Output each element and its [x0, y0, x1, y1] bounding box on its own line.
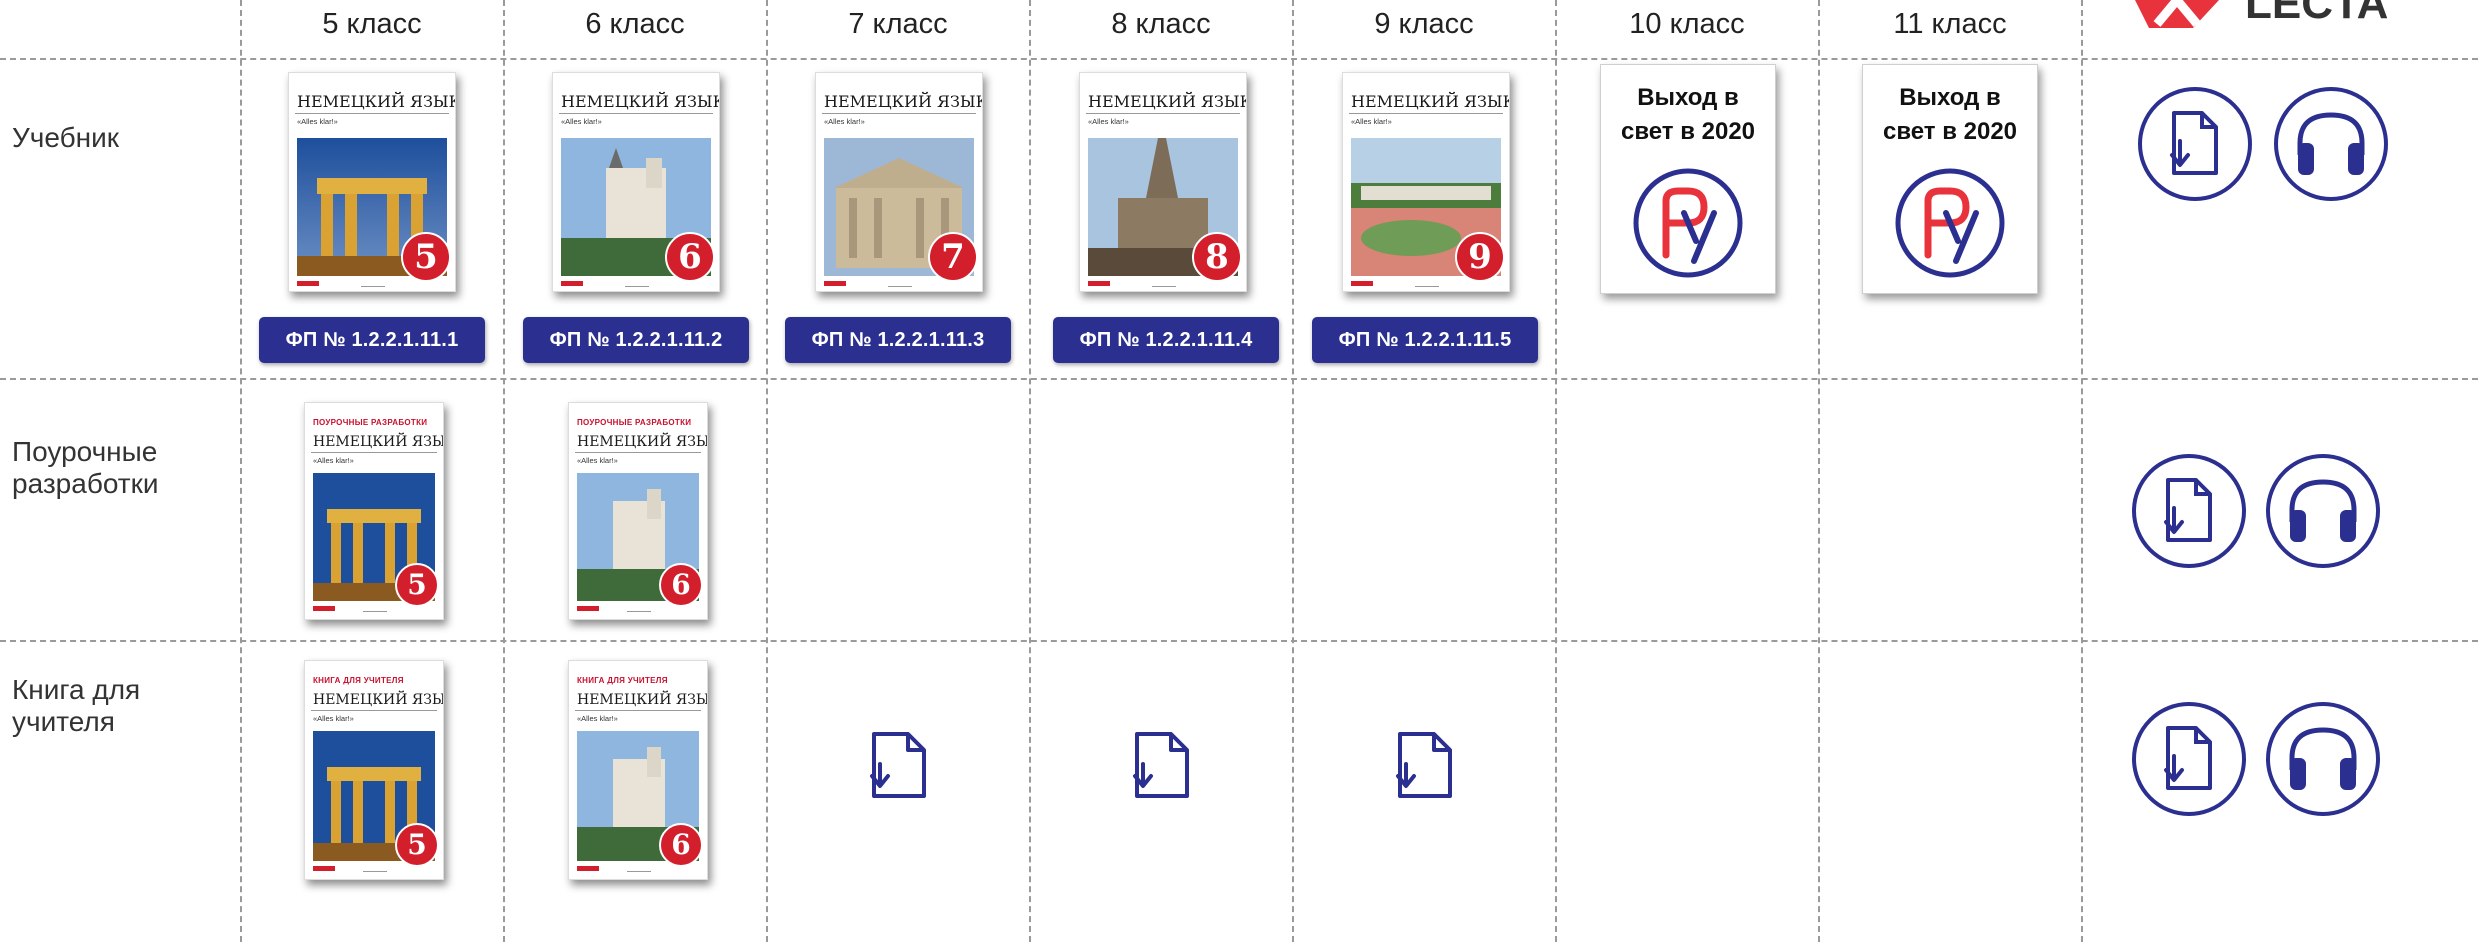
book-series: «Alles klar!»: [577, 456, 618, 465]
grade-header-10: 10 класс: [1629, 8, 1745, 40]
book-title: НЕМЕЦКИЙ ЯЗЫК: [559, 88, 719, 114]
grid-vline: [766, 0, 768, 942]
cover-photo: 7: [824, 138, 978, 282]
grid-hline: [0, 58, 2478, 60]
book-title: НЕМЕЦКИЙ ЯЗЫК: [311, 688, 443, 711]
book-kind: ПОУРОЧНЫЕ РАЗРАБОТКИ: [577, 418, 692, 427]
cover-photo: 6: [561, 138, 715, 282]
book-series: «Alles klar!»: [297, 117, 338, 126]
fp-code-9: ФП № 1.2.2.1.11.5: [1312, 317, 1538, 363]
book-title: НЕМЕЦКИЙ ЯЗЫК: [822, 88, 982, 114]
cover-photo: 8: [1088, 138, 1242, 282]
grade-header-5: 5 класс: [322, 8, 422, 40]
grid-vline: [1029, 0, 1031, 942]
book-title: НЕМЕЦКИЙ ЯЗЫК: [295, 88, 455, 114]
grade-header-9: 9 класс: [1374, 8, 1474, 40]
headphones-icon[interactable]: [2264, 452, 2382, 570]
fp-code-5: ФП № 1.2.2.1.11.1: [259, 317, 485, 363]
grade-badge: 8: [1192, 232, 1242, 282]
cover-photo: 5: [313, 731, 439, 867]
grade-header-8: 8 класс: [1111, 8, 1211, 40]
headphones-icon[interactable]: [2264, 700, 2382, 818]
grade-header-7: 7 класс: [848, 8, 948, 40]
grade-header-11: 11 класс: [1893, 8, 2007, 40]
grid-hline: [0, 640, 2478, 642]
book-series: «Alles klar!»: [577, 714, 618, 723]
grid-vline: [240, 0, 242, 942]
coming-soon-card-10: Выход в свет в 2020: [1600, 64, 1776, 294]
grid-vline: [1555, 0, 1557, 942]
grid-vline: [1292, 0, 1294, 942]
book-kind: КНИГА ДЛЯ УЧИТЕЛЯ: [313, 676, 404, 685]
download-doc-icon[interactable]: [1392, 730, 1458, 802]
book-title: НЕМЕЦКИЙ ЯЗЫК: [311, 430, 443, 453]
textbook-cover-7[interactable]: НЕМЕЦКИЙ ЯЗЫК «Alles klar!» 7: [815, 72, 983, 292]
cover-photo: 5: [297, 138, 451, 282]
headphones-icon[interactable]: [2272, 85, 2390, 203]
grid-vline: [503, 0, 505, 942]
brand-name: LECTA: [2245, 0, 2388, 28]
grid-vline: [2081, 0, 2083, 942]
teacher-book-cover-6[interactable]: КНИГА ДЛЯ УЧИТЕЛЯ НЕМЕЦКИЙ ЯЗЫК «Alles k…: [568, 660, 708, 880]
cover-photo: 6: [577, 473, 703, 607]
ru-seal-icon: [1895, 168, 2005, 278]
lecta-logo: LECTA: [2135, 0, 2435, 35]
cover-photo: 6: [577, 731, 703, 867]
book-title: НЕМЕЦКИЙ ЯЗЫК: [575, 688, 707, 711]
lessons-cover-5[interactable]: ПОУРОЧНЫЕ РАЗРАБОТКИ НЕМЕЦКИЙ ЯЗЫК «Alle…: [304, 402, 444, 620]
coming-soon-card-11: Выход в свет в 2020: [1862, 64, 2038, 294]
book-kind: КНИГА ДЛЯ УЧИТЕЛЯ: [577, 676, 668, 685]
grade-badge: 7: [928, 232, 978, 282]
fp-code-8: ФП № 1.2.2.1.11.4: [1053, 317, 1279, 363]
coming-soon-text: Выход в свет в 2020: [1882, 84, 2018, 145]
cover-photo: 5: [313, 473, 439, 607]
book-title: НЕМЕЦКИЙ ЯЗЫК: [1349, 88, 1509, 114]
row-label-teacher: Книга для учителя: [12, 674, 141, 737]
book-series: «Alles klar!»: [1088, 117, 1129, 126]
grid-hline: [0, 378, 2478, 380]
cover-photo: 9: [1351, 138, 1505, 282]
book-series: «Alles klar!»: [824, 117, 865, 126]
grade-badge: 9: [1455, 232, 1505, 282]
fp-code-6: ФП № 1.2.2.1.11.2: [523, 317, 749, 363]
book-title: НЕМЕЦКИЙ ЯЗЫК: [575, 430, 707, 453]
book-series: «Alles klar!»: [313, 714, 354, 723]
book-series: «Alles klar!»: [313, 456, 354, 465]
textbook-cover-8[interactable]: НЕМЕЦКИЙ ЯЗЫК «Alles klar!» 8: [1079, 72, 1247, 292]
textbook-cover-6[interactable]: НЕМЕЦКИЙ ЯЗЫК «Alles klar!» 6: [552, 72, 720, 292]
row-label-lessons: Поурочные разработки: [12, 436, 159, 499]
lessons-cover-6[interactable]: ПОУРОЧНЫЕ РАЗРАБОТКИ НЕМЕЦКИЙ ЯЗЫК «Alle…: [568, 402, 708, 620]
grade-badge: 6: [665, 232, 715, 282]
download-doc-icon[interactable]: [2136, 85, 2254, 203]
download-doc-icon[interactable]: [1129, 730, 1195, 802]
book-kind: ПОУРОЧНЫЕ РАЗРАБОТКИ: [313, 418, 428, 427]
book-title: НЕМЕЦКИЙ ЯЗЫК: [1086, 88, 1246, 114]
teacher-book-cover-5[interactable]: КНИГА ДЛЯ УЧИТЕЛЯ НЕМЕЦКИЙ ЯЗЫК «Alles k…: [304, 660, 444, 880]
grade-badge: 5: [401, 232, 451, 282]
row-label-textbook: Учебник: [12, 122, 120, 153]
grid-vline: [1818, 0, 1820, 942]
grade-header-6: 6 класс: [585, 8, 685, 40]
coming-soon-text: Выход в свет в 2020: [1620, 84, 1756, 145]
book-series: «Alles klar!»: [561, 117, 602, 126]
textbook-cover-5[interactable]: НЕМЕЦКИЙ ЯЗЫК «Alles klar!» 5: [288, 72, 456, 292]
book-series: «Alles klar!»: [1351, 117, 1392, 126]
ru-seal-icon: [1633, 168, 1743, 278]
fp-code-7: ФП № 1.2.2.1.11.3: [785, 317, 1011, 363]
download-doc-icon[interactable]: [2130, 700, 2248, 818]
textbook-cover-9[interactable]: НЕМЕЦКИЙ ЯЗЫК «Alles klar!» 9: [1342, 72, 1510, 292]
download-doc-icon[interactable]: [2130, 452, 2248, 570]
download-doc-icon[interactable]: [866, 730, 932, 802]
